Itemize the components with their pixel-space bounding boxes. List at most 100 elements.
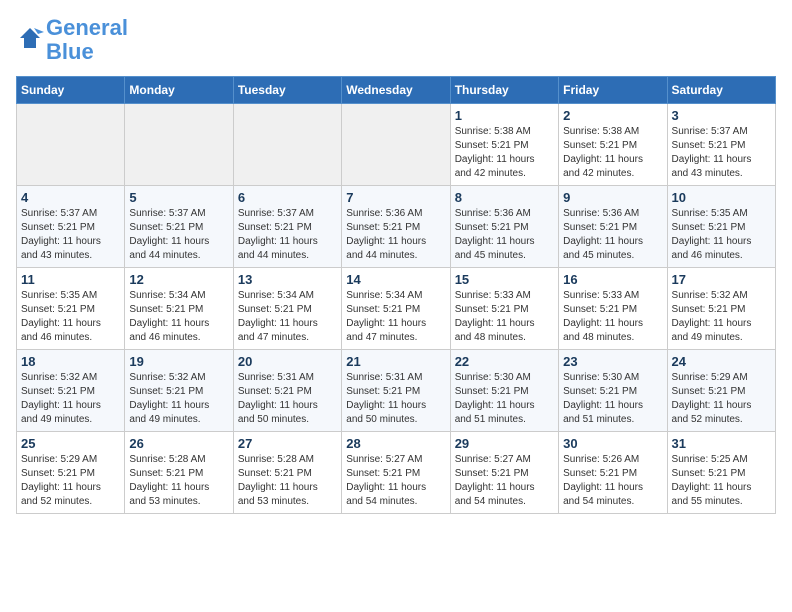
day-info: Sunrise: 5:30 AM Sunset: 5:21 PM Dayligh… xyxy=(563,371,662,427)
day-number: 14 xyxy=(346,272,445,287)
day-info: Sunrise: 5:25 AM Sunset: 5:21 PM Dayligh… xyxy=(672,453,771,509)
calendar-cell: 19 Sunrise: 5:32 AM Sunset: 5:21 PM Dayli… xyxy=(125,350,233,432)
weekday-header-tuesday: Tuesday xyxy=(233,77,341,104)
day-info: Sunrise: 5:36 AM Sunset: 5:21 PM Dayligh… xyxy=(563,207,662,263)
day-number: 22 xyxy=(455,354,554,369)
day-number: 26 xyxy=(129,436,228,451)
day-info: Sunrise: 5:38 AM Sunset: 5:21 PM Dayligh… xyxy=(563,125,662,181)
day-info: Sunrise: 5:31 AM Sunset: 5:21 PM Dayligh… xyxy=(238,371,337,427)
day-info: Sunrise: 5:28 AM Sunset: 5:21 PM Dayligh… xyxy=(129,453,228,509)
day-number: 19 xyxy=(129,354,228,369)
calendar-cell: 5 Sunrise: 5:37 AM Sunset: 5:21 PM Daylig… xyxy=(125,186,233,268)
calendar-cell: 3 Sunrise: 5:37 AM Sunset: 5:21 PM Daylig… xyxy=(667,104,775,186)
day-info: Sunrise: 5:36 AM Sunset: 5:21 PM Dayligh… xyxy=(346,207,445,263)
day-info: Sunrise: 5:34 AM Sunset: 5:21 PM Dayligh… xyxy=(238,289,337,345)
day-number: 9 xyxy=(563,190,662,205)
calendar-cell: 7 Sunrise: 5:36 AM Sunset: 5:21 PM Daylig… xyxy=(342,186,450,268)
calendar-cell: 2 Sunrise: 5:38 AM Sunset: 5:21 PM Daylig… xyxy=(559,104,667,186)
day-number: 4 xyxy=(21,190,120,205)
day-info: Sunrise: 5:29 AM Sunset: 5:21 PM Dayligh… xyxy=(21,453,120,509)
calendar-cell: 31 Sunrise: 5:25 AM Sunset: 5:21 PM Dayli… xyxy=(667,432,775,514)
day-number: 12 xyxy=(129,272,228,287)
day-info: Sunrise: 5:37 AM Sunset: 5:21 PM Dayligh… xyxy=(129,207,228,263)
calendar-table: SundayMondayTuesdayWednesdayThursdayFrid… xyxy=(16,76,776,514)
day-info: Sunrise: 5:29 AM Sunset: 5:21 PM Dayligh… xyxy=(672,371,771,427)
logo-icon xyxy=(16,24,44,52)
day-number: 30 xyxy=(563,436,662,451)
day-number: 28 xyxy=(346,436,445,451)
day-number: 18 xyxy=(21,354,120,369)
day-number: 7 xyxy=(346,190,445,205)
day-info: Sunrise: 5:33 AM Sunset: 5:21 PM Dayligh… xyxy=(455,289,554,345)
weekday-header-thursday: Thursday xyxy=(450,77,558,104)
day-info: Sunrise: 5:37 AM Sunset: 5:21 PM Dayligh… xyxy=(672,125,771,181)
calendar-cell: 20Sunrise: 5:31 AM Sunset: 5:21 PM Dayli… xyxy=(233,350,341,432)
calendar-cell: 21 Sunrise: 5:31 AM Sunset: 5:21 PM Dayli… xyxy=(342,350,450,432)
day-info: Sunrise: 5:37 AM Sunset: 5:21 PM Dayligh… xyxy=(238,207,337,263)
calendar-cell: 30 Sunrise: 5:26 AM Sunset: 5:21 PM Dayli… xyxy=(559,432,667,514)
logo: General Blue xyxy=(16,16,128,64)
day-info: Sunrise: 5:27 AM Sunset: 5:21 PM Dayligh… xyxy=(455,453,554,509)
calendar-cell: 11 Sunrise: 5:35 AM Sunset: 5:21 PM Dayli… xyxy=(17,268,125,350)
day-number: 5 xyxy=(129,190,228,205)
day-number: 16 xyxy=(563,272,662,287)
day-info: Sunrise: 5:28 AM Sunset: 5:21 PM Dayligh… xyxy=(238,453,337,509)
day-info: Sunrise: 5:26 AM Sunset: 5:21 PM Dayligh… xyxy=(563,453,662,509)
weekday-header-friday: Friday xyxy=(559,77,667,104)
day-number: 3 xyxy=(672,108,771,123)
calendar-cell xyxy=(125,104,233,186)
day-info: Sunrise: 5:30 AM Sunset: 5:21 PM Dayligh… xyxy=(455,371,554,427)
calendar-cell: 14 Sunrise: 5:34 AM Sunset: 5:21 PM Dayli… xyxy=(342,268,450,350)
calendar-cell: 10 Sunrise: 5:35 AM Sunset: 5:21 PM Dayli… xyxy=(667,186,775,268)
weekday-header-sunday: Sunday xyxy=(17,77,125,104)
calendar-cell: 26 Sunrise: 5:28 AM Sunset: 5:21 PM Dayli… xyxy=(125,432,233,514)
calendar-cell: 22 Sunrise: 5:30 AM Sunset: 5:21 PM Dayli… xyxy=(450,350,558,432)
calendar-cell: 1Sunrise: 5:38 AM Sunset: 5:21 PM Daylig… xyxy=(450,104,558,186)
calendar-cell: 16 Sunrise: 5:33 AM Sunset: 5:21 PM Dayli… xyxy=(559,268,667,350)
calendar-cell: 4 Sunrise: 5:37 AM Sunset: 5:21 PM Daylig… xyxy=(17,186,125,268)
day-number: 11 xyxy=(21,272,120,287)
day-number: 15 xyxy=(455,272,554,287)
day-number: 24 xyxy=(672,354,771,369)
calendar-cell: 25 Sunrise: 5:29 AM Sunset: 5:21 PM Dayli… xyxy=(17,432,125,514)
day-number: 6 xyxy=(238,190,337,205)
day-info: Sunrise: 5:35 AM Sunset: 5:21 PM Dayligh… xyxy=(672,207,771,263)
day-info: Sunrise: 5:31 AM Sunset: 5:21 PM Dayligh… xyxy=(346,371,445,427)
day-number: 10 xyxy=(672,190,771,205)
day-info: Sunrise: 5:35 AM Sunset: 5:21 PM Dayligh… xyxy=(21,289,120,345)
calendar-cell: 15 Sunrise: 5:33 AM Sunset: 5:21 PM Dayli… xyxy=(450,268,558,350)
calendar-cell: 8Sunrise: 5:36 AM Sunset: 5:21 PM Daylig… xyxy=(450,186,558,268)
day-info: Sunrise: 5:33 AM Sunset: 5:21 PM Dayligh… xyxy=(563,289,662,345)
logo-text: General Blue xyxy=(46,16,128,64)
calendar-cell: 12Sunrise: 5:34 AM Sunset: 5:21 PM Dayli… xyxy=(125,268,233,350)
day-info: Sunrise: 5:27 AM Sunset: 5:21 PM Dayligh… xyxy=(346,453,445,509)
day-number: 1 xyxy=(455,108,554,123)
day-number: 2 xyxy=(563,108,662,123)
weekday-header-wednesday: Wednesday xyxy=(342,77,450,104)
day-number: 23 xyxy=(563,354,662,369)
calendar-cell xyxy=(342,104,450,186)
page-header: General Blue xyxy=(16,16,776,64)
day-number: 17 xyxy=(672,272,771,287)
calendar-cell: 24 Sunrise: 5:29 AM Sunset: 5:21 PM Dayli… xyxy=(667,350,775,432)
day-number: 13 xyxy=(238,272,337,287)
day-info: Sunrise: 5:32 AM Sunset: 5:21 PM Dayligh… xyxy=(129,371,228,427)
day-number: 21 xyxy=(346,354,445,369)
day-info: Sunrise: 5:32 AM Sunset: 5:21 PM Dayligh… xyxy=(672,289,771,345)
calendar-cell: 28 Sunrise: 5:27 AM Sunset: 5:21 PM Dayli… xyxy=(342,432,450,514)
calendar-cell: 18 Sunrise: 5:32 AM Sunset: 5:21 PM Dayli… xyxy=(17,350,125,432)
weekday-header-monday: Monday xyxy=(125,77,233,104)
calendar-cell: 17 Sunrise: 5:32 AM Sunset: 5:21 PM Dayli… xyxy=(667,268,775,350)
day-number: 8 xyxy=(455,190,554,205)
day-info: Sunrise: 5:34 AM Sunset: 5:21 PM Dayligh… xyxy=(346,289,445,345)
day-info: Sunrise: 5:37 AM Sunset: 5:21 PM Dayligh… xyxy=(21,207,120,263)
day-number: 29 xyxy=(455,436,554,451)
calendar-cell: 27Sunrise: 5:28 AM Sunset: 5:21 PM Dayli… xyxy=(233,432,341,514)
calendar-cell: 9 Sunrise: 5:36 AM Sunset: 5:21 PM Daylig… xyxy=(559,186,667,268)
day-number: 25 xyxy=(21,436,120,451)
calendar-cell xyxy=(17,104,125,186)
day-number: 31 xyxy=(672,436,771,451)
calendar-cell: 13 Sunrise: 5:34 AM Sunset: 5:21 PM Dayli… xyxy=(233,268,341,350)
day-info: Sunrise: 5:32 AM Sunset: 5:21 PM Dayligh… xyxy=(21,371,120,427)
calendar-cell: 29 Sunrise: 5:27 AM Sunset: 5:21 PM Dayli… xyxy=(450,432,558,514)
